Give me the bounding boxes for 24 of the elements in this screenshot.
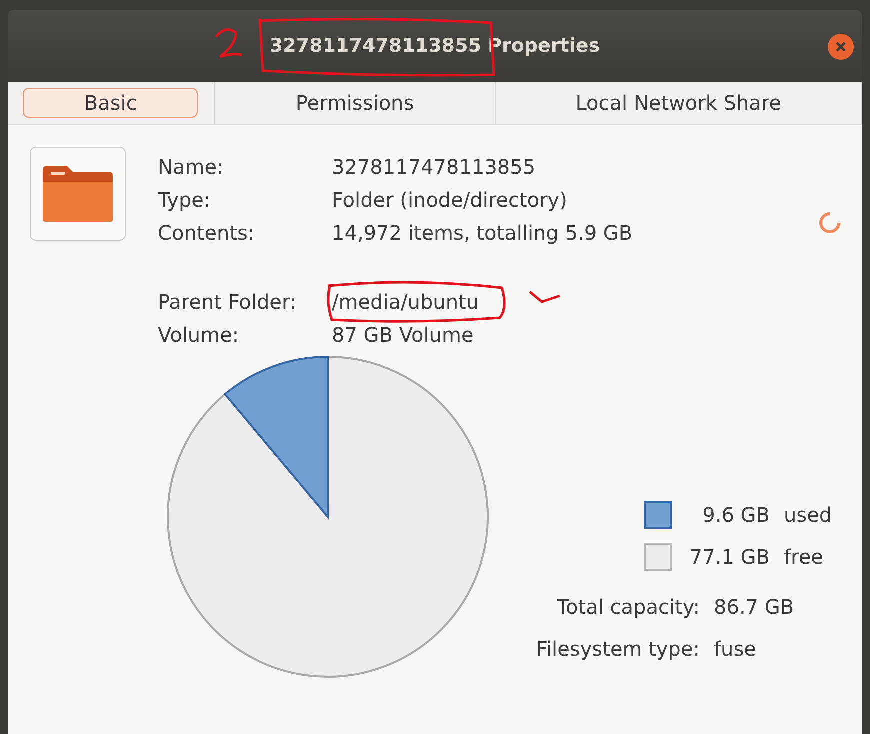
field-value: 14,972 items, totalling 5.9 GB xyxy=(332,221,633,245)
tab[interactable]: Permissions xyxy=(214,82,496,124)
legend-value: 77.1 GB xyxy=(688,545,770,569)
close-button[interactable] xyxy=(828,34,854,60)
legend-label: free xyxy=(784,545,824,569)
spinner-icon xyxy=(818,211,842,235)
field-value: 87 GB Volume xyxy=(332,323,475,347)
field-label: Type: xyxy=(158,188,212,212)
field-label: Name: xyxy=(158,155,225,179)
field-value: 3278117478113855 xyxy=(332,155,537,179)
folder-icon xyxy=(30,147,126,241)
field-value: /media/ubuntu xyxy=(332,290,633,314)
detail-value: 86.7 GB xyxy=(714,595,796,619)
field-label: Contents: xyxy=(158,221,256,245)
tab[interactable]: Local Network Share xyxy=(496,82,862,124)
detail-value: fuse xyxy=(714,637,758,661)
legend-label: used xyxy=(784,503,834,527)
field-label: Parent Folder: xyxy=(158,290,298,314)
field-value: Folder (inode/directory) xyxy=(332,188,568,212)
legend-value: 9.6 GB xyxy=(702,503,770,527)
field-label: Volume: xyxy=(158,323,240,347)
detail-label: Filesystem type: xyxy=(536,637,700,661)
detail-label: Total capacity: xyxy=(556,595,700,619)
close-icon xyxy=(835,41,847,53)
